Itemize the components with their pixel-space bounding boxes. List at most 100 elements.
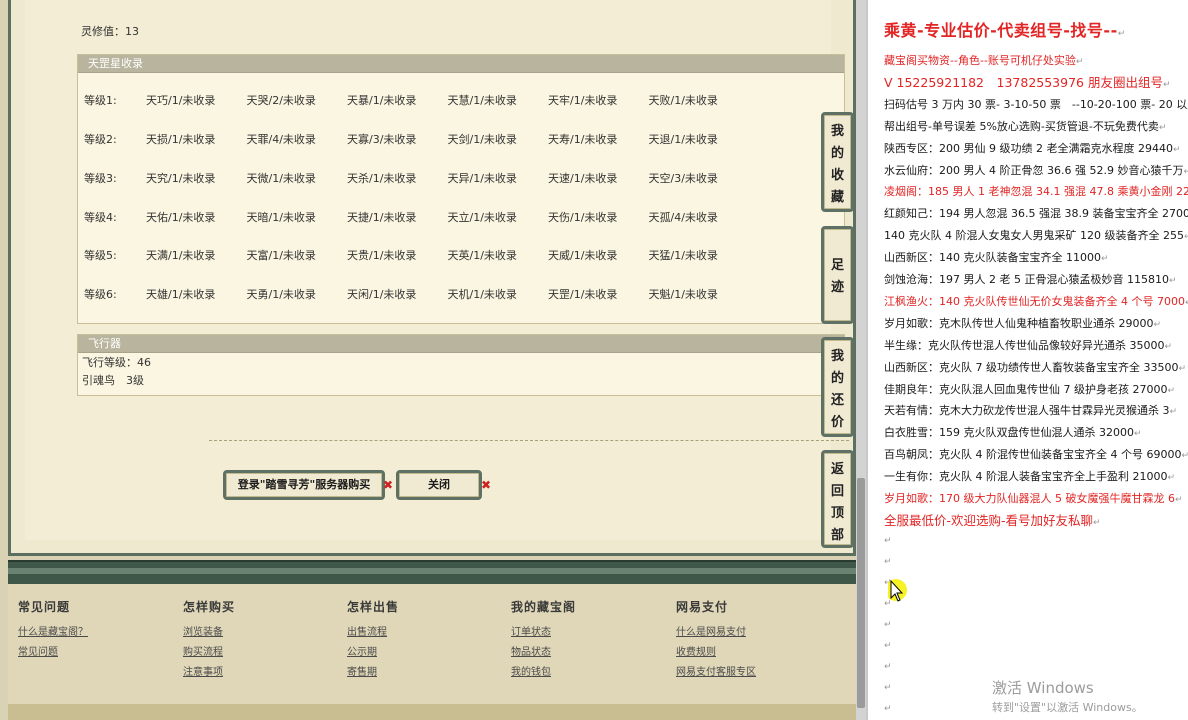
mouse-cursor-icon [888,579,907,602]
doc-line-text: 一生有你：克火队 4 阶混人装备宝宝齐全上手盈利 21000 [884,470,1168,484]
empty-paragraph-mark: ↵ [884,703,892,714]
footer-link[interactable]: 购买流程 [183,643,333,663]
star-level-label: 等级5: [84,249,117,262]
footer-column-faq: 常见问题 什么是藏宝阁？ 常见问题 [18,598,168,663]
footer-link[interactable]: 出售流程 [347,623,497,643]
close-button[interactable]: 关闭 [396,470,482,500]
doc-line: 帮出组号-单号误差 5%放心选购-买货管退-不玩免费代卖↵ [884,116,1166,139]
star-row: 等级4: 天佑/1/未收录 天暗/1/未收录 天捷/1/未收录 天立/1/未收录 天伤/1… [84,210,749,226]
doc-line-text: 半生缘：克火队传世混人传世仙品像较好异光通杀 35000 [884,338,1165,352]
paragraph-mark: ↵ [1162,79,1171,90]
doc-line-text: 水云仙府：200 男人 4 阶正骨忽 36.6 强 52.9 妙音心猿千万 [884,163,1184,177]
paragraph-mark: ↵ [1075,57,1084,67]
doc-line-text: 帮出组号-单号误差 5%放心选购-买货管退-不玩免费代卖 [884,119,1159,133]
doc-line: 山西新区：140 克火队装备宝宝齐全 11000↵ [884,247,1109,270]
tiangang-stars-box: 天罡星收录 等级1: 天巧/1/未收录 天哭/2/未收录 天暴/1/未收录 天慧/1/未… [77,54,845,324]
side-nav-char: 回 [830,484,844,499]
flyer-header: 飞行器 [78,335,844,353]
doc-line: 百鸟朝凤：克火队 4 阶混传世仙装备宝宝齐全 4 个号 69000↵ [884,444,1188,467]
doc-line-text: 岁月如歌：克木队传世人仙鬼种植畜牧职业通杀 29000 [884,316,1154,330]
doc-line-text: 140 克火队 4 阶混人女鬼女人男鬼采矿 120 级装备齐全 255 [884,229,1184,243]
doc-line-text: 陕西专区：200 男仙 9 级功绩 2 老全满霜克水程度 29440 [884,141,1173,155]
star-cell: 天雄/1/未收录 [146,288,216,301]
doc-line: 水云仙府：200 男人 4 阶正骨忽 36.6 强 52.9 妙音心猿千万↵ [884,160,1188,183]
footer-link[interactable]: 常见问题 [18,643,168,663]
footer-column-title: 常见问题 [18,600,71,614]
doc-line: 白衣胜雪：159 克火队双盘传世仙混人通杀 32000↵ [884,422,1142,445]
activate-windows-watermark: 激活 Windows [992,679,1094,697]
footer-link[interactable]: 收费规则 [676,643,826,663]
login-server-buy-button[interactable]: 登录"踏雪寻芳"服务器购买 [223,470,385,500]
paragraph-mark: ↵ [1181,451,1188,461]
star-cell: 天捷/1/未收录 [347,211,417,224]
doc-line-text: 山西新区：克火队 7 级功绩传世人畜牧装备宝宝齐全 33500 [884,360,1179,374]
paragraph-mark: ↵ [1167,473,1176,484]
star-cell: 天机/1/未收录 [447,288,517,301]
side-nav-footprints[interactable]: 足迹 [821,226,854,324]
footer-link[interactable]: 什么是网易支付 [676,623,826,643]
star-cell: 天孤/4/未收录 [648,211,718,224]
footer-link[interactable]: 公示期 [347,643,497,663]
browser-page: 灵修值：13 天罡星收录 等级1: 天巧/1/未收录 天哭/2/未收录 天暴/1/未收… [0,0,866,720]
text-document[interactable]: 乘黄-专业估价-代卖组号-找号--↵ 藏宝阁买物资--角色--账号可机仔处实验↵… [866,0,1188,720]
side-nav-my-bargain[interactable]: 我的还价 [821,337,854,437]
footer-bottom-strip [8,704,856,720]
page-scrollbar[interactable] [856,0,866,720]
close-icon: ✖ [481,478,492,492]
footer-column-how-to-buy: 怎样购买 浏览装备 购买流程 注意事项 [183,598,333,683]
scrollbar-thumb[interactable] [857,478,865,708]
empty-paragraph-mark: ↵ [884,640,892,651]
empty-paragraph-mark: ↵ [884,556,892,567]
star-row: 等级1: 天巧/1/未收录 天哭/2/未收录 天暴/1/未收录 天慧/1/未收录 天牢/1… [84,93,749,109]
side-nav-char: 顶 [830,506,844,521]
doc-line-text: 江枫渔火：140 克火队传世仙无价女鬼装备齐全 4 个号 7000 [884,294,1185,308]
footer-bar [8,560,856,584]
star-cell: 天勇/1/未收录 [246,288,316,301]
star-cell: 天伤/1/未收录 [548,211,618,224]
footer-link[interactable]: 订单状态 [511,623,661,643]
lingxiu-value: 灵修值：13 [81,25,139,38]
side-nav-char: 收 [830,168,844,183]
paragraph-mark: ↵ [1100,254,1109,265]
star-level-label: 等级2: [84,133,117,146]
footer-link[interactable]: 浏览装备 [183,623,333,643]
footer-link[interactable]: 注意事项 [183,663,333,683]
star-cell: 天寿/1/未收录 [548,133,618,146]
footer-link[interactable]: 网易支付客服专区 [676,663,826,683]
star-cell: 天异/1/未收录 [447,172,517,185]
doc-line-text: 全服最低价-欢迎选购-看号加好友私聊 [884,512,1094,528]
side-nav-back-to-top[interactable]: 返回顶部 [821,450,854,548]
side-nav-char: 价 [830,415,844,430]
doc-line-text: 藏宝阁买物资--角色--账号可机仔处实验 [884,54,1076,67]
star-cell: 天究/1/未收录 [146,172,216,185]
footer-link[interactable]: 什么是藏宝阁？ [18,623,168,643]
star-row: 等级3: 天究/1/未收录 天微/1/未收录 天杀/1/未收录 天异/1/未收录 天速/1… [84,171,749,187]
footer-link[interactable]: 我的钱包 [511,663,661,683]
footer-column-title: 网易支付 [676,600,729,614]
doc-line: 扫码估号 3 万内 30 票- 3-10-50 票 --10-20-100 票-… [884,94,1188,117]
footer-link[interactable]: 物品状态 [511,643,661,663]
empty-paragraph-mark: ↵ [884,661,892,672]
doc-line: 红颜知己：194 男人忽混 36.5 强混 38.9 装备宝宝齐全 2700↵ [884,203,1188,226]
side-nav-char: 还 [830,393,844,408]
side-nav-char: 足 [830,258,844,273]
star-row: 等级5: 天满/1/未收录 天富/1/未收录 天贵/1/未收录 天英/1/未收录 天威/1… [84,248,749,264]
paragraph-mark: ↵ [1174,495,1183,505]
empty-paragraph-mark: ↵ [884,619,892,630]
side-nav-char: 返 [830,462,844,477]
side-nav-favorites[interactable]: 我的收藏 [821,112,854,212]
doc-line: 全服最低价-欢迎选购-看号加好友私聊↵ [884,510,1101,534]
divider [209,440,849,441]
flyer-box: 飞行器 飞行等级：46 引魂鸟 3级 [77,334,845,396]
doc-line: 岁月如歌：170 级大力队仙器混人 5 破女魔强牛魔甘霖龙 6↵ [884,488,1183,511]
paragraph-mark: ↵ [1184,232,1188,242]
star-cell: 天杀/1/未收录 [347,172,417,185]
doc-line-text: 红颜知己：194 男人忽混 36.5 强混 38.9 装备宝宝齐全 2700 [884,207,1188,221]
star-cell: 天剑/1/未收录 [447,133,517,146]
empty-paragraph-mark: ↵ [884,535,892,546]
paragraph-mark: ↵ [1168,276,1177,286]
star-cell: 天暗/1/未收录 [246,211,316,224]
star-cell: 天猛/1/未收录 [648,249,718,262]
footer-link[interactable]: 寄售期 [347,663,497,683]
doc-line: V 15225921182 13782553976 朋友圈出组号↵ [884,72,1171,96]
